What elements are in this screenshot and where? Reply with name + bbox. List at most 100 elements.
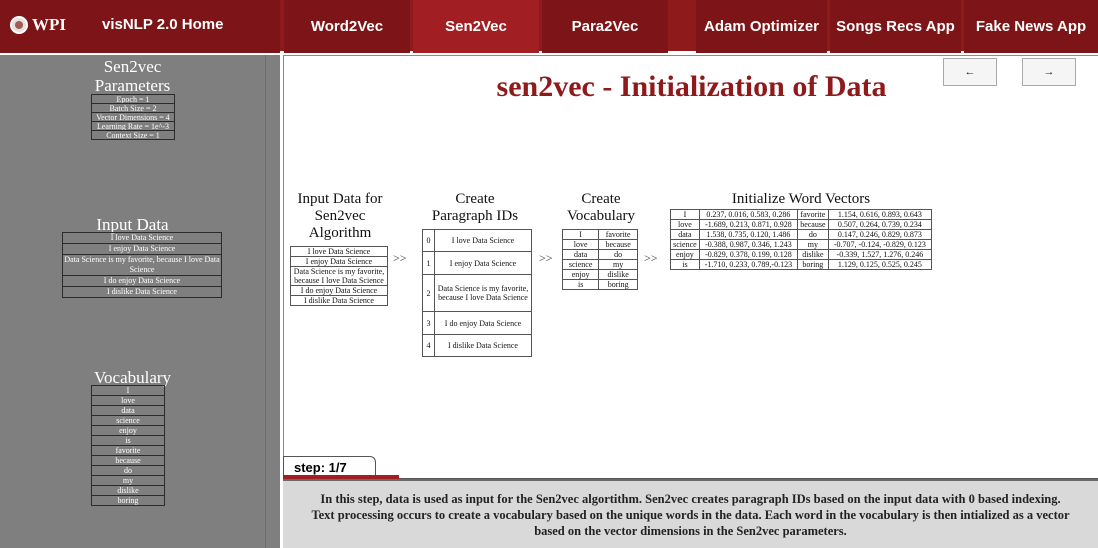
wpi-logo[interactable]: WPI xyxy=(10,15,66,35)
vocab-cell: I xyxy=(561,229,600,240)
paragraph-ids-heading-l2: Paragraph IDs xyxy=(431,208,519,224)
table-cell: I do enjoy Data Science xyxy=(290,285,388,296)
vector-cell: -1.689, 0.213, 0.871, 0.928 xyxy=(698,219,798,230)
vocab-cell: enjoy xyxy=(561,269,600,280)
tab-songs-recs-app[interactable]: Songs Recs App xyxy=(830,0,961,53)
table-row: love because xyxy=(561,239,638,250)
visualization-frame: sen2vec - Initialization of Data ← → Inp… xyxy=(283,55,1098,477)
paragraph-ids-table: 0I love Data Science 1I enjoy Data Scien… xyxy=(422,229,532,357)
vector-cell: 1.129, 0.125, 0.525, 0.245 xyxy=(827,259,933,270)
table-row: love -1.689, 0.213, 0.871, 0.928 because 0.… xyxy=(670,219,933,230)
table-row: Ifavorite xyxy=(561,229,638,240)
param-context-size: Context Size = 1 xyxy=(91,130,175,140)
table-row: I dislike Data Science xyxy=(290,295,388,306)
table-row: 1I enjoy Data Science xyxy=(422,251,532,275)
tab-word2vec[interactable]: Word2Vec xyxy=(284,0,410,53)
paragraph-id: 0 xyxy=(422,229,435,252)
word-cell: I xyxy=(670,209,700,220)
input-data-heading-l3: Algorithm xyxy=(308,225,372,241)
input-data-heading-l2: Sen2vec xyxy=(314,208,366,224)
vocab-cell: boring xyxy=(598,279,638,290)
vocab-cell: my xyxy=(598,259,638,270)
table-row: science -0.388, 0.987, 0.346, 1.243 my -0.7… xyxy=(670,239,933,250)
sidebar: Sen2vec Parameters Epoch = 1 Batch Size … xyxy=(0,55,280,548)
wpi-seal-icon xyxy=(10,16,28,34)
vocab-item: boring xyxy=(91,495,165,506)
vocab-cell: dislike xyxy=(598,269,638,280)
home-link[interactable]: visNLP 2.0 Home xyxy=(102,16,223,33)
paragraph-id: 4 xyxy=(422,334,435,357)
word-cell: love xyxy=(670,219,700,230)
table-row: is -1.710, 0.233, 0.789,-0.123 boring 1.129… xyxy=(670,259,933,270)
params-title: Sen2vec Parameters xyxy=(0,57,265,95)
description-line-3: based on the vector dimensions in the Se… xyxy=(534,524,847,538)
description-panel: In this step, data is used as input for … xyxy=(283,479,1098,548)
params-title-line2: Parameters xyxy=(94,76,171,95)
word-cell: science xyxy=(670,239,700,250)
vocab-cell: science xyxy=(561,259,600,270)
logo-text: WPI xyxy=(32,15,66,34)
main-panel: sen2vec - Initialization of Data ← → Inp… xyxy=(283,55,1098,548)
table-cell: Data Science is my favorite, because I l… xyxy=(290,266,388,286)
paragraph-text: I love Data Science xyxy=(434,229,532,252)
word-cell: boring xyxy=(796,259,829,270)
description-line-1: In this step, data is used as input for … xyxy=(320,492,1061,506)
vector-cell: -0.388, 0.987, 0.346, 1.243 xyxy=(698,239,798,250)
table-row: Data Science is my favorite, because I l… xyxy=(290,266,388,286)
vector-cell: 1.538, 0.735, 0.120, 1.486 xyxy=(698,229,798,240)
word-cell: is xyxy=(670,259,700,270)
prev-step-button[interactable]: ← xyxy=(943,58,997,86)
vocab-cell: data xyxy=(561,249,600,260)
sidebar-scrollbar[interactable] xyxy=(265,55,280,548)
input-row: I dislike Data Science xyxy=(62,286,222,298)
tab-adam-optimizer[interactable]: Adam Optimizer xyxy=(696,0,827,53)
word-cell: do xyxy=(796,229,829,240)
vector-cell: -0.829, 0.378, 0.199, 0.128 xyxy=(698,249,798,260)
word-cell: dislike xyxy=(796,249,829,260)
word-cell: because xyxy=(796,219,829,230)
vector-cell: 1.154, 0.616, 0.893, 0.643 xyxy=(827,209,933,220)
tab-para2vec[interactable]: Para2Vec xyxy=(542,0,668,53)
table-cell: I dislike Data Science xyxy=(290,295,388,306)
paragraph-id: 2 xyxy=(422,274,435,312)
table-row: 0I love Data Science xyxy=(422,229,532,252)
tab-fake-news-app[interactable]: Fake News App xyxy=(964,0,1098,53)
vocab-cell: because xyxy=(598,239,638,250)
input-data-list: I love Data Science I enjoy Data Science… xyxy=(62,232,222,298)
vector-cell: 0.147, 0.246, 0.829, 0.873 xyxy=(827,229,933,240)
paragraph-text: Data Science is my favorite, because I l… xyxy=(434,274,532,312)
table-row: science my xyxy=(561,259,638,270)
word-vectors-table: I 0.237, 0.016, 0.583, 0.286 favorite 1.154… xyxy=(670,209,933,270)
input-data-heading-l1: Input Data for xyxy=(297,191,383,207)
table-row: data 1.538, 0.735, 0.120, 1.486 do 0.147, 0… xyxy=(670,229,933,240)
step-description: In this step, data is used as input for … xyxy=(283,491,1098,539)
paragraph-text: I dislike Data Science xyxy=(434,334,532,357)
vocab-cell: favorite xyxy=(598,229,638,240)
table-row: 3I do enjoy Data Science xyxy=(422,311,532,335)
paragraph-ids-heading: Create Paragraph IDs xyxy=(414,191,536,225)
vector-cell: -0.339, 1.527, 1.276, 0.246 xyxy=(827,249,933,260)
table-row: I do enjoy Data Science xyxy=(290,285,388,296)
vocabulary-heading-l1: Create xyxy=(581,191,621,207)
next-step-button[interactable]: → xyxy=(1022,58,1076,86)
vector-cell: -0.707, -0.124, -0.829, 0.123 xyxy=(827,239,933,250)
paragraph-ids-heading-l1: Create xyxy=(455,191,495,207)
input-data-heading: Input Data for Sen2vec Algorithm xyxy=(284,191,396,242)
input-data-table: I love Data Science I enjoy Data Science… xyxy=(290,246,388,306)
word-cell: my xyxy=(796,239,829,250)
vector-cell: -1.710, 0.233, 0.789,-0.123 xyxy=(698,259,798,270)
params-list: Epoch = 1 Batch Size = 2 Vector Dimensio… xyxy=(91,94,175,140)
flow-arrow: >> xyxy=(644,251,658,265)
vocab-cell: is xyxy=(561,279,600,290)
vocabulary-list: I love data science enjoy is favorite be… xyxy=(91,385,165,506)
word-cell: enjoy xyxy=(670,249,700,260)
input-row: Data Science is my favorite, because I l… xyxy=(62,254,222,276)
description-line-2: Text processing occurs to create a vocab… xyxy=(311,508,1070,522)
table-row: I love Data Science xyxy=(290,246,388,257)
table-row: data do xyxy=(561,249,638,260)
vocab-cell: love xyxy=(561,239,600,250)
tab-sen2vec[interactable]: Sen2Vec xyxy=(413,0,539,53)
paragraph-text: I enjoy Data Science xyxy=(434,251,532,275)
paragraph-id: 3 xyxy=(422,311,435,335)
word-cell: data xyxy=(670,229,700,240)
